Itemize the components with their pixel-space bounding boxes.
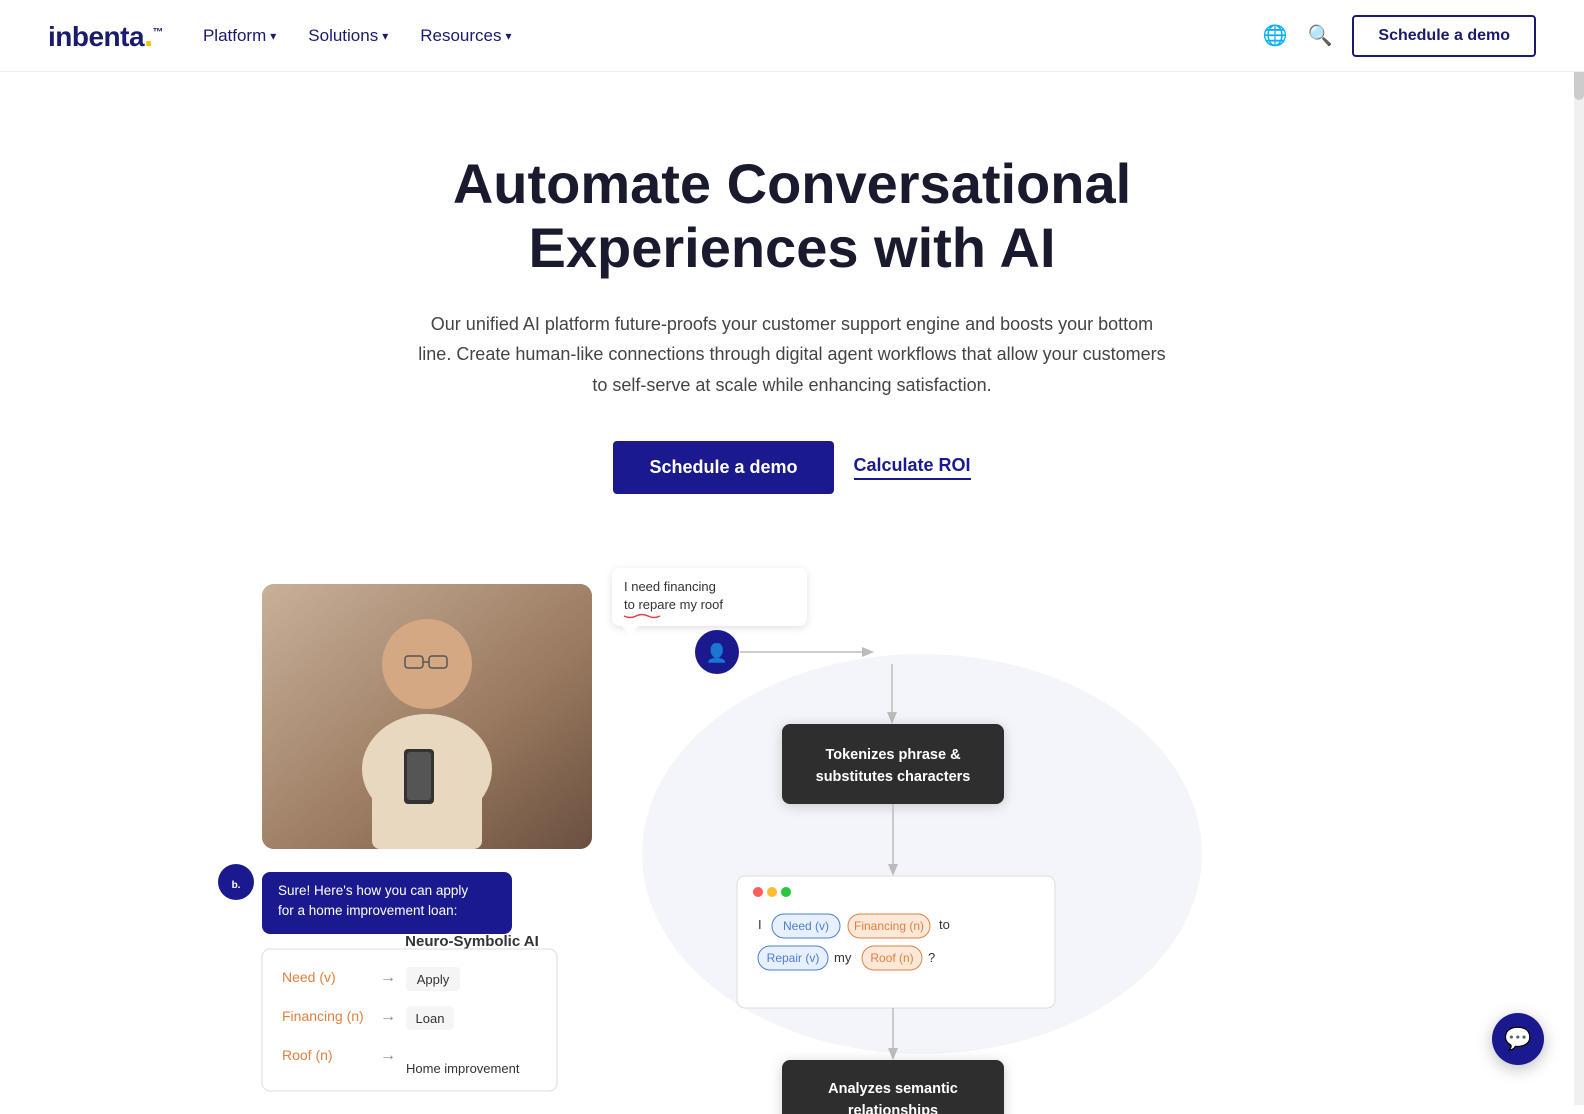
flow-diagram: I need financing to repare my roof 👤 Tok… [242,554,1342,1114]
diagram-section: I need financing to repare my roof 👤 Tok… [0,554,1584,1114]
search-icon[interactable]: 🔍 [1308,23,1333,48]
globe-icon[interactable]: 🌐 [1263,23,1288,48]
calculate-roi-button[interactable]: Calculate ROI [854,455,971,480]
nav-resources-label: Resources [420,26,501,46]
nav-demo-button[interactable]: Schedule a demo [1352,15,1536,57]
chat-icon: 💬 [1504,1026,1531,1052]
svg-text:→: → [380,1047,396,1064]
chevron-down-icon: ▾ [270,29,276,43]
svg-text:my: my [834,950,852,965]
chevron-down-icon: ▾ [506,29,512,43]
svg-text:Tokenizes phrase &: Tokenizes phrase & [825,747,961,763]
svg-text:→: → [380,1008,396,1025]
chat-widget-button[interactable]: 💬 [1492,1013,1544,1065]
svg-text:I need financing: I need financing [624,579,716,594]
svg-text:Sure! Here's how you can apply: Sure! Here's how you can apply [278,883,468,898]
svg-text:I: I [758,917,762,932]
hero-section: Automate Conversational Experiences with… [0,72,1584,534]
logo-text: inbenta.™ [48,17,163,54]
nav-platform[interactable]: Platform ▾ [203,26,276,46]
nav-solutions-label: Solutions [308,26,378,46]
svg-text:Need (v): Need (v) [282,969,336,985]
hero-subtitle: Our unified AI platform future-proofs yo… [412,309,1172,401]
svg-text:?: ? [928,950,935,965]
svg-text:relationships: relationships [848,1103,938,1114]
navbar-left: inbenta.™ Platform ▾ Solutions ▾ Resourc… [48,17,512,54]
svg-text:to repare my roof: to repare my roof [624,597,723,612]
svg-text:Need (v): Need (v) [783,919,829,933]
navbar-right: 🌐 🔍 Schedule a demo [1263,15,1536,57]
svg-text:to: to [939,917,950,932]
hero-title: Automate Conversational Experiences with… [342,152,1242,281]
svg-text:Home improvement: Home improvement [406,1061,520,1076]
chevron-down-icon: ▾ [382,29,388,43]
svg-text:substitutes characters: substitutes characters [816,769,971,785]
svg-text:👤: 👤 [706,642,728,663]
svg-text:Neuro-Symbolic AI: Neuro-Symbolic AI [405,933,539,950]
logo-tm: ™ [152,27,163,39]
scrollbar[interactable] [1574,0,1584,1105]
svg-text:Repair (v): Repair (v) [767,951,820,965]
svg-text:for a home improvement loan:: for a home improvement loan: [278,903,457,918]
logo: inbenta.™ [48,17,163,54]
navbar: inbenta.™ Platform ▾ Solutions ▾ Resourc… [0,0,1584,72]
hero-buttons: Schedule a demo Calculate ROI [20,441,1564,494]
svg-text:Analyzes semantic: Analyzes semantic [828,1081,958,1097]
svg-text:b.: b. [232,880,241,891]
nav-solutions[interactable]: Solutions ▾ [308,26,388,46]
nav-resources[interactable]: Resources ▾ [420,26,511,46]
svg-text:Apply: Apply [417,972,450,987]
svg-text:→: → [380,969,396,986]
svg-text:Roof (n): Roof (n) [870,951,913,965]
brand-name: inbenta [48,21,144,52]
schedule-demo-button[interactable]: Schedule a demo [613,441,833,494]
nav-links: Platform ▾ Solutions ▾ Resources ▾ [203,26,512,46]
svg-text:Financing (n): Financing (n) [282,1008,364,1024]
svg-text:Loan: Loan [416,1011,445,1026]
svg-text:Financing (n): Financing (n) [854,919,924,933]
nav-platform-label: Platform [203,26,266,46]
svg-text:Roof (n): Roof (n) [282,1047,333,1063]
